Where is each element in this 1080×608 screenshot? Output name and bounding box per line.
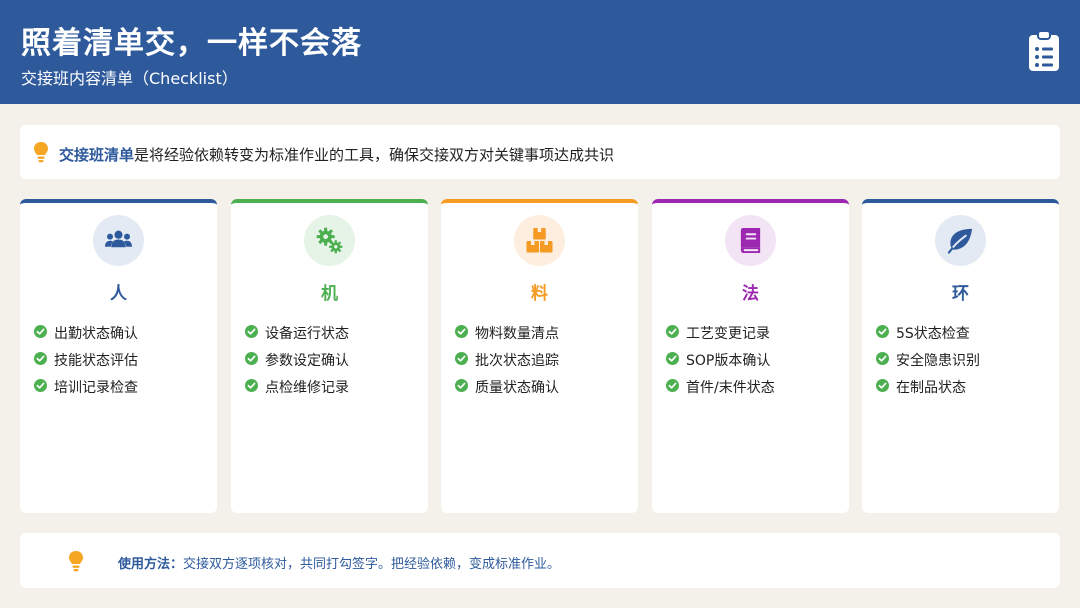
check-circle-icon	[245, 379, 258, 392]
card-icon-circle	[304, 215, 355, 266]
check-circle-icon	[34, 325, 47, 338]
check-circle-icon	[876, 379, 889, 392]
checklist-item: 物料数量清点	[455, 323, 559, 350]
page-title: 照着清单交，一样不会落	[21, 26, 362, 61]
lightbulb-icon	[69, 551, 83, 572]
category-card-material: 料 物料数量清点 批次状态追踪 质量状态确认	[441, 199, 638, 513]
checklist-item-label: 技能状态评估	[54, 353, 138, 369]
intro-description: 是将经验依赖转变为标准作业的工具，确保交接双方对关键事项达成共识	[134, 146, 615, 164]
checklist-item: 技能状态评估	[34, 350, 138, 377]
check-circle-icon	[245, 352, 258, 365]
intro-panel: 交接班清单是将经验依赖转变为标准作业的工具，确保交接双方对关键事项达成共识	[20, 125, 1060, 179]
users-icon	[105, 230, 132, 248]
check-circle-icon	[666, 352, 679, 365]
checklist-item-label: SOP版本确认	[686, 353, 771, 369]
check-circle-icon	[876, 325, 889, 338]
boxes-icon	[526, 227, 553, 253]
checklist-item: 安全隐患识别	[876, 350, 980, 377]
check-circle-icon	[455, 325, 468, 338]
category-card-people: 人 出勤状态确认 技能状态评估 培训记录检查	[20, 199, 217, 513]
checklist-item: 参数设定确认	[245, 350, 349, 377]
checklist-item: 批次状态追踪	[455, 350, 559, 377]
card-icon-circle	[725, 215, 776, 266]
usage-label: 使用方法：	[118, 557, 184, 572]
intro-highlight: 交接班清单	[59, 146, 135, 164]
checklist: 5S状态检查 安全隐患识别 在制品状态	[876, 323, 980, 404]
checklist: 工艺变更记录 SOP版本确认 首件/末件状态	[666, 323, 775, 404]
header-banner: 照着清单交，一样不会落 交接班内容清单（Checklist）	[0, 0, 1080, 104]
checklist: 设备运行状态 参数设定确认 点检维修记录	[245, 323, 349, 404]
check-circle-icon	[666, 379, 679, 392]
checklist-item: 5S状态检查	[876, 323, 980, 350]
usage-description: 交接双方逐项核对，共同打勾签字。把经验依赖，变成标准作业。	[183, 557, 561, 572]
card-icon-circle	[935, 215, 986, 266]
category-card-environment: 环 5S状态检查 安全隐患识别 在制品状态	[862, 199, 1059, 513]
page-subtitle: 交接班内容清单（Checklist）	[21, 69, 238, 88]
check-circle-icon	[455, 379, 468, 392]
check-circle-icon	[455, 352, 468, 365]
card-icon-circle	[93, 215, 144, 266]
checklist-item-label: 物料数量清点	[475, 326, 559, 342]
checklist-item-label: 安全隐患识别	[896, 353, 980, 369]
lightbulb-icon	[34, 142, 48, 163]
checklist-item: 设备运行状态	[245, 323, 349, 350]
leaf-icon	[947, 228, 973, 254]
category-card-method: 法 工艺变更记录 SOP版本确认 首件/末件状态	[652, 199, 849, 513]
gears-icon	[316, 227, 343, 254]
checklist-item: 在制品状态	[876, 377, 980, 404]
card-title: 料	[531, 284, 548, 304]
checklist-item: 工艺变更记录	[666, 323, 775, 350]
intro-text: 交接班清单是将经验依赖转变为标准作业的工具，确保交接双方对关键事项达成共识	[59, 144, 614, 165]
clipboard-list-icon	[1029, 30, 1059, 71]
checklist-item-label: 首件/末件状态	[686, 380, 775, 396]
checklist-item: 培训记录检查	[34, 377, 138, 404]
usage-text: 使用方法：交接双方逐项核对，共同打勾签字。把经验依赖，变成标准作业。	[118, 553, 560, 572]
checklist-item-label: 批次状态追踪	[475, 353, 559, 369]
checklist: 出勤状态确认 技能状态评估 培训记录检查	[34, 323, 138, 404]
check-circle-icon	[34, 379, 47, 392]
checklist-item: 质量状态确认	[455, 377, 559, 404]
checklist-item-label: 点检维修记录	[265, 380, 349, 396]
card-title: 法	[742, 284, 759, 304]
card-icon-circle	[514, 215, 565, 266]
checklist-item-label: 培训记录检查	[54, 380, 138, 396]
checklist-item-label: 质量状态确认	[475, 380, 559, 396]
check-circle-icon	[245, 325, 258, 338]
check-circle-icon	[34, 352, 47, 365]
card-title: 机	[321, 284, 338, 304]
card-title: 人	[110, 284, 127, 304]
category-card-machine: 机 设备运行状态 参数设定确认 点检维修记录	[231, 199, 428, 513]
checklist-item: 首件/末件状态	[666, 377, 775, 404]
checklist-item-label: 工艺变更记录	[686, 326, 770, 342]
checklist-item-label: 参数设定确认	[265, 353, 349, 369]
checklist-item: SOP版本确认	[666, 350, 775, 377]
usage-panel: 使用方法：交接双方逐项核对，共同打勾签字。把经验依赖，变成标准作业。	[20, 533, 1060, 588]
checklist-item: 点检维修记录	[245, 377, 349, 404]
checklist-item: 出勤状态确认	[34, 323, 138, 350]
check-circle-icon	[666, 325, 679, 338]
checklist-item-label: 在制品状态	[896, 380, 966, 396]
book-icon	[740, 227, 761, 254]
check-circle-icon	[876, 352, 889, 365]
checklist-item-label: 设备运行状态	[265, 326, 349, 342]
card-title: 环	[952, 284, 969, 304]
checklist: 物料数量清点 批次状态追踪 质量状态确认	[455, 323, 559, 404]
checklist-item-label: 出勤状态确认	[54, 326, 138, 342]
checklist-item-label: 5S状态检查	[896, 326, 970, 342]
